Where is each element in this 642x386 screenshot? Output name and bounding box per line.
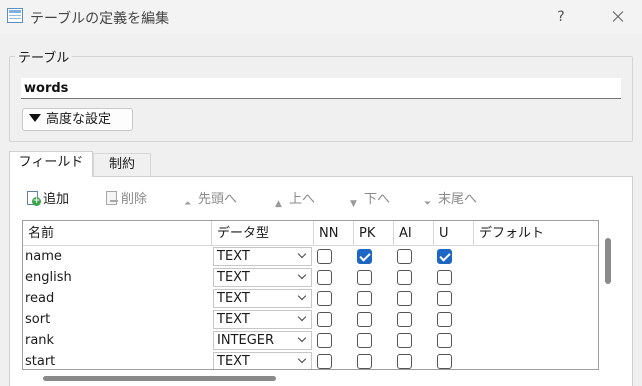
vertical-scrollbar[interactable]: [605, 238, 611, 284]
add-field-label: 追加: [43, 192, 70, 207]
field-type-value: TEXT: [217, 249, 250, 264]
ai-checkbox[interactable]: [397, 333, 412, 348]
move-up-icon: ▲: [275, 199, 282, 209]
pk-checkbox[interactable]: [357, 291, 372, 306]
table-row[interactable]: sort TEXT: [23, 309, 598, 330]
move-bottom-button[interactable]: ⏷ 末尾へ: [424, 190, 477, 210]
close-icon[interactable]: [598, 3, 638, 31]
ai-checkbox[interactable]: [397, 249, 412, 264]
chevron-down-icon: [297, 291, 307, 301]
field-name-cell[interactable]: english: [25, 267, 210, 288]
field-type-select[interactable]: TEXT: [213, 310, 312, 329]
nn-checkbox[interactable]: [317, 270, 332, 285]
table-icon: [7, 8, 23, 23]
nn-checkbox[interactable]: [317, 291, 332, 306]
add-field-icon: +: [26, 191, 41, 206]
table-row[interactable]: english TEXT: [23, 267, 598, 288]
field-type-select[interactable]: TEXT: [213, 289, 312, 308]
table-group-label: テーブル: [15, 47, 73, 66]
move-top-label: 先頭へ: [198, 192, 238, 207]
header-default[interactable]: デフォルト: [474, 221, 598, 246]
move-top-button[interactable]: ⏶ 先頭へ: [184, 190, 237, 210]
fields-grid: 名前 データ型 NN PK AI U デフォルト name TEXT english…: [22, 220, 599, 370]
field-name-cell[interactable]: start: [25, 351, 210, 369]
move-bottom-label: 末尾へ: [438, 192, 478, 207]
nn-checkbox[interactable]: [317, 312, 332, 327]
ai-checkbox[interactable]: [397, 291, 412, 306]
u-checkbox[interactable]: [437, 333, 452, 348]
field-name-cell[interactable]: rank: [25, 330, 210, 351]
delete-field-button[interactable]: 削除: [105, 190, 147, 210]
move-bottom-icon: ⏷: [424, 199, 432, 209]
field-type-value: INTEGER: [217, 333, 275, 348]
nn-checkbox[interactable]: [317, 249, 332, 264]
table-name-input[interactable]: [21, 78, 621, 99]
chevron-down-icon: [297, 333, 307, 343]
ai-checkbox[interactable]: [397, 312, 412, 327]
pk-checkbox[interactable]: [357, 354, 372, 369]
field-type-select[interactable]: INTEGER: [213, 331, 312, 350]
header-type[interactable]: データ型: [212, 221, 314, 246]
help-button[interactable]: ?: [546, 3, 576, 31]
chevron-down-icon: [297, 249, 307, 259]
chevron-down-icon: [297, 270, 307, 280]
u-checkbox[interactable]: [437, 270, 452, 285]
pk-checkbox[interactable]: [357, 333, 372, 348]
field-type-value: TEXT: [217, 354, 250, 369]
nn-checkbox[interactable]: [317, 333, 332, 348]
tab-fields[interactable]: フィールド: [9, 151, 93, 177]
field-name-cell[interactable]: name: [25, 246, 210, 267]
header-ai[interactable]: AI: [394, 221, 434, 246]
pk-checkbox[interactable]: [357, 312, 372, 327]
field-type-select[interactable]: TEXT: [213, 268, 312, 287]
window-title: テーブルの定義を編集: [30, 11, 170, 27]
move-down-icon: ▼: [350, 199, 357, 209]
move-up-label: 上へ: [289, 192, 316, 207]
move-top-icon: ⏶: [184, 199, 192, 209]
header-nn[interactable]: NN: [314, 221, 354, 246]
field-type-select[interactable]: TEXT: [213, 352, 312, 369]
field-type-select[interactable]: TEXT: [213, 247, 312, 266]
add-field-button[interactable]: + 追加: [26, 190, 69, 210]
u-checkbox[interactable]: [437, 291, 452, 306]
title-bar: テーブルの定義を編集 ?: [0, 0, 642, 34]
header-pk[interactable]: PK: [354, 221, 394, 246]
delete-field-icon: [105, 191, 119, 206]
field-name-cell[interactable]: read: [25, 288, 210, 309]
delete-field-label: 削除: [121, 192, 148, 207]
horizontal-scrollbar[interactable]: [43, 376, 276, 381]
table-row[interactable]: rank INTEGER: [23, 330, 598, 351]
field-type-value: TEXT: [217, 291, 250, 306]
triangle-down-icon: [29, 114, 41, 122]
field-type-value: TEXT: [217, 312, 250, 327]
u-checkbox[interactable]: [437, 249, 452, 264]
chevron-down-icon: [297, 354, 307, 364]
table-row[interactable]: name TEXT: [23, 246, 598, 267]
ai-checkbox[interactable]: [397, 270, 412, 285]
field-name-cell[interactable]: sort: [25, 309, 210, 330]
pk-checkbox[interactable]: [357, 270, 372, 285]
chevron-down-icon: [297, 312, 307, 322]
table-row[interactable]: start TEXT: [23, 351, 598, 369]
table-row[interactable]: read TEXT: [23, 288, 598, 309]
header-name[interactable]: 名前: [23, 221, 212, 246]
advanced-settings-label: 高度な設定: [46, 112, 112, 127]
move-down-button[interactable]: ▼ 下へ: [350, 190, 390, 210]
u-checkbox[interactable]: [437, 312, 452, 327]
tab-constraints[interactable]: 制約: [93, 153, 151, 177]
advanced-settings-button[interactable]: 高度な設定: [22, 108, 133, 131]
move-up-button[interactable]: ▲ 上へ: [275, 190, 315, 210]
nn-checkbox[interactable]: [317, 354, 332, 369]
ai-checkbox[interactable]: [397, 354, 412, 369]
move-down-label: 下へ: [364, 192, 391, 207]
u-checkbox[interactable]: [437, 354, 452, 369]
field-type-value: TEXT: [217, 270, 250, 285]
header-u[interactable]: U: [434, 221, 474, 246]
pk-checkbox[interactable]: [357, 249, 372, 264]
